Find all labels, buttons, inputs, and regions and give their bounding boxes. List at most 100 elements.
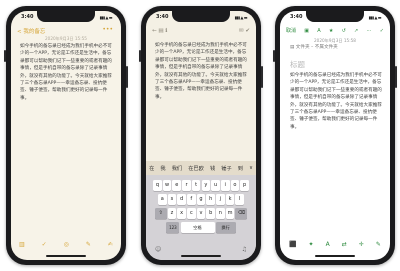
status-time: 3:40	[21, 14, 34, 20]
candidate-word[interactable]: 锤子	[221, 165, 231, 172]
power-button	[261, 66, 263, 88]
title-input[interactable]: 标题	[290, 59, 305, 70]
numbers-key[interactable]: 123	[166, 222, 180, 233]
key-x[interactable]: x	[177, 208, 186, 219]
mute-switch	[139, 50, 141, 62]
note-body-text[interactable]: 如今手机的备忘录已经成为我们手机中必不可少的一个APP，无论是工作还是生活中，备…	[20, 43, 114, 102]
expand-candidates-icon[interactable]: ∨	[249, 165, 253, 171]
checklist-icon[interactable]: ✓	[42, 241, 47, 248]
screen-note-editor: 3:40 ▮▮▮ ▲ ▬ ← ▤ ℹ ✉ ✔ 如今手机的备忘录已经成为我们手机中…	[146, 11, 256, 260]
pen-icon[interactable]: ✎	[376, 241, 381, 248]
shift-key-icon[interactable]: ⇧	[154, 208, 167, 219]
key-e[interactable]: e	[172, 180, 182, 191]
mute-switch	[4, 50, 6, 62]
sparkle-icon[interactable]: ✦	[309, 241, 314, 248]
candidate-word[interactable]: 在巴欧	[188, 165, 204, 172]
draw-icon[interactable]: ✎	[86, 241, 91, 248]
note-date: 2020年9月3日 15:55	[45, 36, 87, 41]
screen-notes-view: 3:40 ▮▮▮ ▲ ▬ < 我的备忘 ••• 2020年9月3日 15:55 …	[11, 11, 121, 260]
key-r[interactable]: r	[182, 180, 191, 191]
key-j[interactable]: j	[216, 194, 225, 205]
mute-switch	[273, 50, 275, 62]
undo-icon[interactable]: ↺	[342, 28, 346, 34]
key-c[interactable]: c	[187, 208, 196, 219]
status-time: 3:40	[290, 14, 303, 20]
star-icon[interactable]: ★	[329, 28, 333, 34]
space-key[interactable]: 空格	[180, 222, 215, 233]
home-indicator	[181, 255, 221, 257]
backspace-key-icon[interactable]: ⌫	[235, 208, 248, 219]
key-h[interactable]: h	[206, 194, 215, 205]
emoji-icon[interactable]: ☺	[155, 246, 161, 253]
attachment-icon[interactable]: ✛	[359, 241, 364, 248]
key-m[interactable]: m	[225, 208, 235, 219]
key-n[interactable]: n	[216, 208, 225, 219]
key-z[interactable]: z	[167, 208, 177, 219]
keyboard: q w e r t y u i o p a s d f g h j k l ⇧ …	[146, 175, 256, 260]
folder-selector[interactable]: ▤ 文件夹 – 不属文件夹	[290, 44, 338, 50]
editor-toolbar: ← ▤ ℹ ✉ ✔	[152, 28, 250, 34]
candidate-word[interactable]: 我们	[172, 165, 182, 172]
key-k[interactable]: k	[225, 194, 235, 205]
keyboard-row: 123 空格 换行	[146, 222, 256, 233]
keyboard-row: ⇧ z x c v b n m ⌫	[146, 208, 256, 219]
home-indicator	[46, 255, 86, 257]
font-icon[interactable]: A	[326, 241, 330, 248]
key-a[interactable]: a	[157, 194, 167, 205]
bottom-toolbar: ▥ ✓ ◎ ✎ ✍	[19, 241, 113, 248]
back-arrow-icon[interactable]: ← ▤ ℹ	[152, 28, 167, 34]
return-key[interactable]: 换行	[215, 222, 236, 233]
ime-candidate-bar: 在 我 我们 在巴欧 钱 锤子 到 ∨	[146, 161, 256, 175]
phone-mockup-1: 3:40 ▮▮▮ ▲ ▬ < 我的备忘 ••• 2020年9月3日 15:55 …	[4, 6, 128, 265]
key-u[interactable]: u	[211, 180, 220, 191]
camera-icon[interactable]: ◎	[64, 241, 69, 248]
share-icon[interactable]: ↗	[354, 28, 358, 34]
screen-new-note: 3:40 ▮▮▮ ▲ ▬ 取消 ▣ A ★ ↺ ↗ ⋯ ✓ 2020年9月3日 …	[280, 11, 390, 260]
key-b[interactable]: b	[206, 208, 215, 219]
key-g[interactable]: g	[196, 194, 206, 205]
candidate-word[interactable]: 我	[160, 165, 165, 172]
note-toolbar: 取消 ▣ A ★ ↺ ↗ ⋯ ✓	[286, 27, 384, 35]
phone-mockup-3: 3:40 ▮▮▮ ▲ ▬ 取消 ▣ A ★ ↺ ↗ ⋯ ✓ 2020年9月3日 …	[273, 6, 397, 265]
key-w[interactable]: w	[162, 180, 172, 191]
compose-icon[interactable]: ✍	[108, 241, 113, 248]
notch	[37, 11, 95, 22]
key-p[interactable]: p	[240, 180, 249, 191]
done-check-icon[interactable]: ✓	[380, 28, 384, 34]
candidate-word[interactable]: 在	[149, 165, 154, 172]
gallery-icon[interactable]: ⬛	[289, 241, 296, 248]
back-button[interactable]: < 我的备忘	[17, 27, 45, 35]
phone-mockup-2: 3:40 ▮▮▮ ▲ ▬ ← ▤ ℹ ✉ ✔ 如今手机的备忘录已经成为我们手机中…	[139, 6, 263, 265]
image-icon[interactable]: ▣	[304, 28, 309, 34]
keyboard-row: a s d f g h j k l	[146, 194, 256, 205]
more-icon[interactable]: ⋯	[366, 28, 371, 34]
key-i[interactable]: i	[220, 180, 230, 191]
key-t[interactable]: t	[191, 180, 201, 191]
power-button	[395, 66, 397, 88]
key-s[interactable]: s	[167, 194, 177, 205]
signal-battery-icon: ▮▮▮ ▲ ▬	[368, 15, 381, 20]
key-d[interactable]: d	[177, 194, 186, 205]
microphone-icon[interactable]: ♫	[242, 246, 247, 253]
note-body-text[interactable]: 如今手机的备忘录已经成为我们手机中必不可少的一个APP，无论是工作还是生活中，备…	[290, 72, 383, 131]
key-v[interactable]: v	[196, 208, 206, 219]
more-options-icon[interactable]: •••	[102, 26, 113, 33]
text-format-icon[interactable]: A	[317, 28, 320, 34]
key-l[interactable]: l	[235, 194, 245, 205]
home-indicator	[315, 255, 355, 257]
cancel-button[interactable]: 取消	[286, 27, 296, 34]
key-f[interactable]: f	[187, 194, 196, 205]
candidate-word[interactable]: 钱	[210, 165, 215, 172]
keyboard-row: q w e r t y u i o p	[146, 180, 256, 191]
candidate-word[interactable]: 到	[238, 165, 243, 172]
delete-icon[interactable]: ▥	[19, 241, 25, 248]
swap-icon[interactable]: ⇄	[342, 241, 347, 248]
signal-battery-icon: ▮▮▮ ▲ ▬	[99, 15, 112, 20]
key-y[interactable]: y	[201, 180, 211, 191]
signal-battery-icon: ▮▮▮ ▲ ▬	[234, 15, 247, 20]
key-q[interactable]: q	[153, 180, 162, 191]
share-save-icon[interactable]: ✉ ✔	[239, 28, 250, 34]
notch	[172, 11, 230, 22]
key-o[interactable]: o	[230, 180, 240, 191]
note-body-text[interactable]: 如今手机的备忘录已经成为我们手机中必不可少的一个APP，无论是工作还是生活中，备…	[155, 42, 249, 101]
